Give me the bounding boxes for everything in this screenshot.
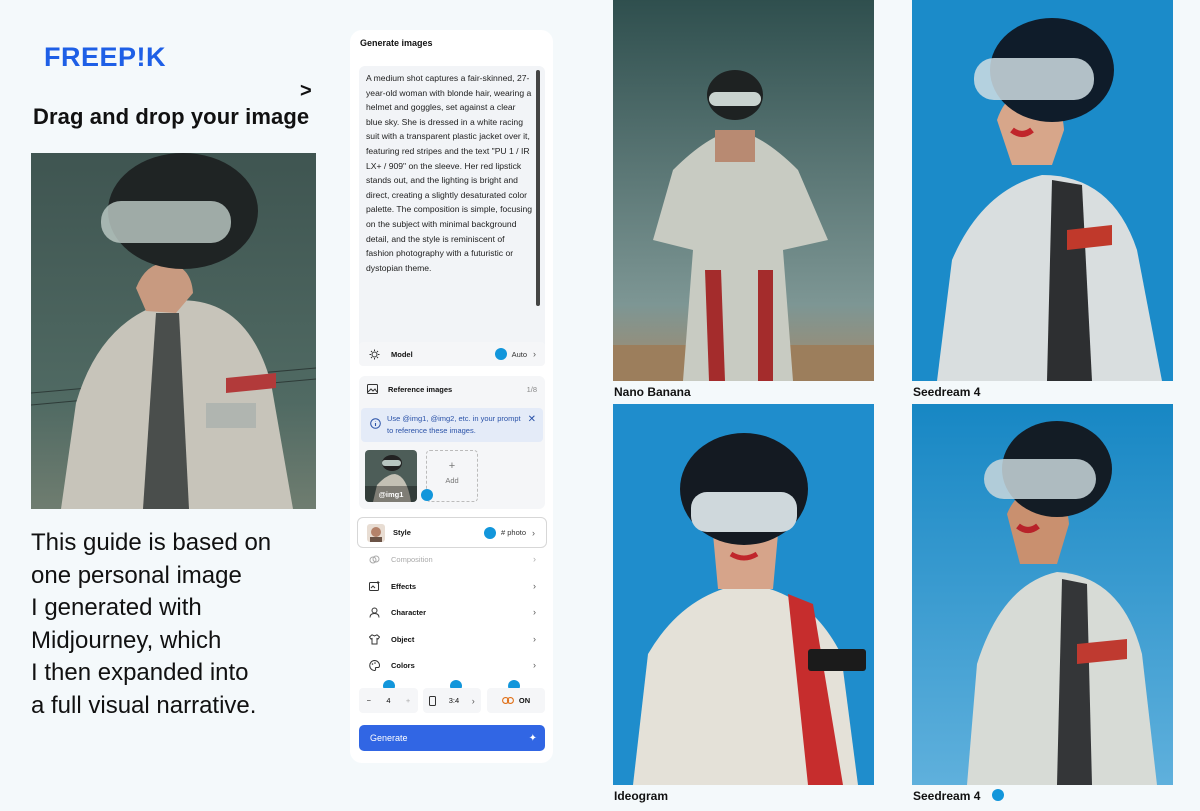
- model-label: Model: [391, 349, 413, 359]
- guide-line: This guide is based on: [31, 529, 272, 556]
- aspect-ratio-value: 3:4: [448, 696, 460, 705]
- guide-line: I then expanded into: [31, 659, 249, 686]
- link-icon: [501, 697, 514, 704]
- composition-menu[interactable]: Composition ›: [359, 548, 545, 570]
- reference-info-banner: Use @img1, @img2, etc. in your prompt to…: [361, 408, 543, 442]
- chevron-right-icon: ›: [471, 695, 475, 706]
- character-label: Character: [391, 607, 427, 617]
- aspect-ratio-selector[interactable]: 3:4 ›: [423, 688, 481, 713]
- guide-line: one personal image: [31, 561, 242, 589]
- headline: Drag and drop your image: [33, 104, 310, 129]
- generate-label: Generate: [370, 733, 408, 743]
- effects-icon: [367, 579, 381, 593]
- colors-label: Colors: [391, 660, 415, 670]
- caption-seedream-4-top: Seedream 4: [913, 385, 981, 399]
- model-icon: [367, 347, 381, 361]
- caption-ideogram: Ideogram: [614, 789, 669, 803]
- reference-thumbnail[interactable]: @img1: [365, 450, 417, 502]
- sparkle-icon: ✦: [528, 732, 537, 744]
- phone-icon: [429, 695, 437, 706]
- marker-dot: [992, 789, 1004, 801]
- style-label: Style: [393, 528, 411, 537]
- generate-panel: Generate images A medium shot captures a…: [350, 30, 553, 763]
- result-image-ideogram[interactable]: [613, 404, 874, 785]
- reference-info-text: Use @img1, @img2, etc. in your prompt to…: [387, 414, 521, 435]
- panel-title: Generate images: [360, 38, 433, 48]
- chevron-right-icon: ›: [532, 527, 535, 538]
- info-icon: [370, 418, 381, 429]
- next-arrow: >: [300, 80, 312, 102]
- prompt-scrollbar[interactable]: [536, 70, 540, 306]
- guide-line: I generated with: [31, 594, 202, 621]
- add-label: Add: [445, 476, 459, 485]
- style-selector[interactable]: Style # photo ›: [357, 517, 547, 548]
- composition-icon: [367, 552, 381, 566]
- caption-nano-banana: Nano Banana: [614, 385, 691, 399]
- freepik-logo: FREEP!K: [44, 42, 166, 70]
- plus-icon: +: [448, 460, 456, 472]
- thumbnail-label: @img1: [378, 490, 404, 499]
- marker-dot: [483, 526, 496, 539]
- chevron-right-icon: ›: [533, 581, 536, 591]
- guide-text: This guide is based on one personal imag…: [31, 527, 331, 722]
- guide-line: Midjourney, which: [31, 626, 222, 654]
- guide-line: a full visual narrative.: [31, 691, 257, 719]
- effects-menu[interactable]: Effects ›: [359, 575, 545, 597]
- object-menu[interactable]: Object ›: [359, 628, 545, 650]
- reference-images-section: Reference images 1/8 Use @img1, @img2, e…: [359, 376, 545, 509]
- character-menu[interactable]: Character ›: [359, 601, 545, 623]
- result-image-seedream-4-bottom[interactable]: [912, 404, 1173, 785]
- decrement-button[interactable]: −: [367, 696, 371, 705]
- reference-count: 1/8: [526, 384, 537, 394]
- effects-label: Effects: [391, 581, 417, 591]
- result-image-seedream-4-top[interactable]: [912, 0, 1173, 381]
- image-icon: [367, 384, 378, 394]
- composition-label: Composition: [391, 554, 433, 564]
- logo-text: FREEP!K: [44, 42, 166, 70]
- marker-dot: [494, 348, 507, 360]
- model-selector[interactable]: Model Auto ›: [359, 342, 545, 366]
- generate-button[interactable]: Generate ✦: [359, 725, 545, 751]
- image-count-stepper[interactable]: − 4 +: [359, 688, 418, 713]
- prompt-text: A medium shot captures a fair-skinned, 2…: [366, 73, 533, 273]
- reference-label: Reference images: [388, 384, 453, 394]
- source-image: [31, 153, 316, 509]
- prompt-textarea[interactable]: A medium shot captures a fair-skinned, 2…: [359, 66, 545, 361]
- image-count: 4: [386, 696, 391, 705]
- chevron-right-icon: ›: [533, 660, 536, 670]
- toggle-state: ON: [518, 696, 531, 705]
- close-icon[interactable]: ✕: [528, 414, 536, 425]
- object-icon: [367, 632, 381, 646]
- character-icon: [367, 605, 381, 619]
- style-thumbnail: [367, 523, 385, 542]
- link-toggle[interactable]: ON: [487, 688, 545, 713]
- style-value: # photo: [500, 528, 526, 537]
- result-image-nano-banana[interactable]: [613, 0, 874, 381]
- reference-header: Reference images 1/8: [367, 384, 537, 394]
- increment-button[interactable]: +: [406, 696, 410, 705]
- add-reference-button[interactable]: + Add: [426, 450, 478, 502]
- caption-seedream-4-bottom: Seedream 4: [913, 789, 981, 803]
- model-value: Auto: [511, 349, 527, 359]
- chevron-right-icon: ›: [533, 554, 536, 564]
- marker-dot: [421, 489, 433, 501]
- chevron-right-icon: ›: [533, 607, 536, 617]
- object-label: Object: [391, 634, 415, 644]
- colors-icon: [367, 658, 381, 672]
- chevron-right-icon: ›: [533, 634, 536, 644]
- chevron-right-icon: ›: [533, 349, 536, 359]
- colors-menu[interactable]: Colors ›: [359, 654, 545, 676]
